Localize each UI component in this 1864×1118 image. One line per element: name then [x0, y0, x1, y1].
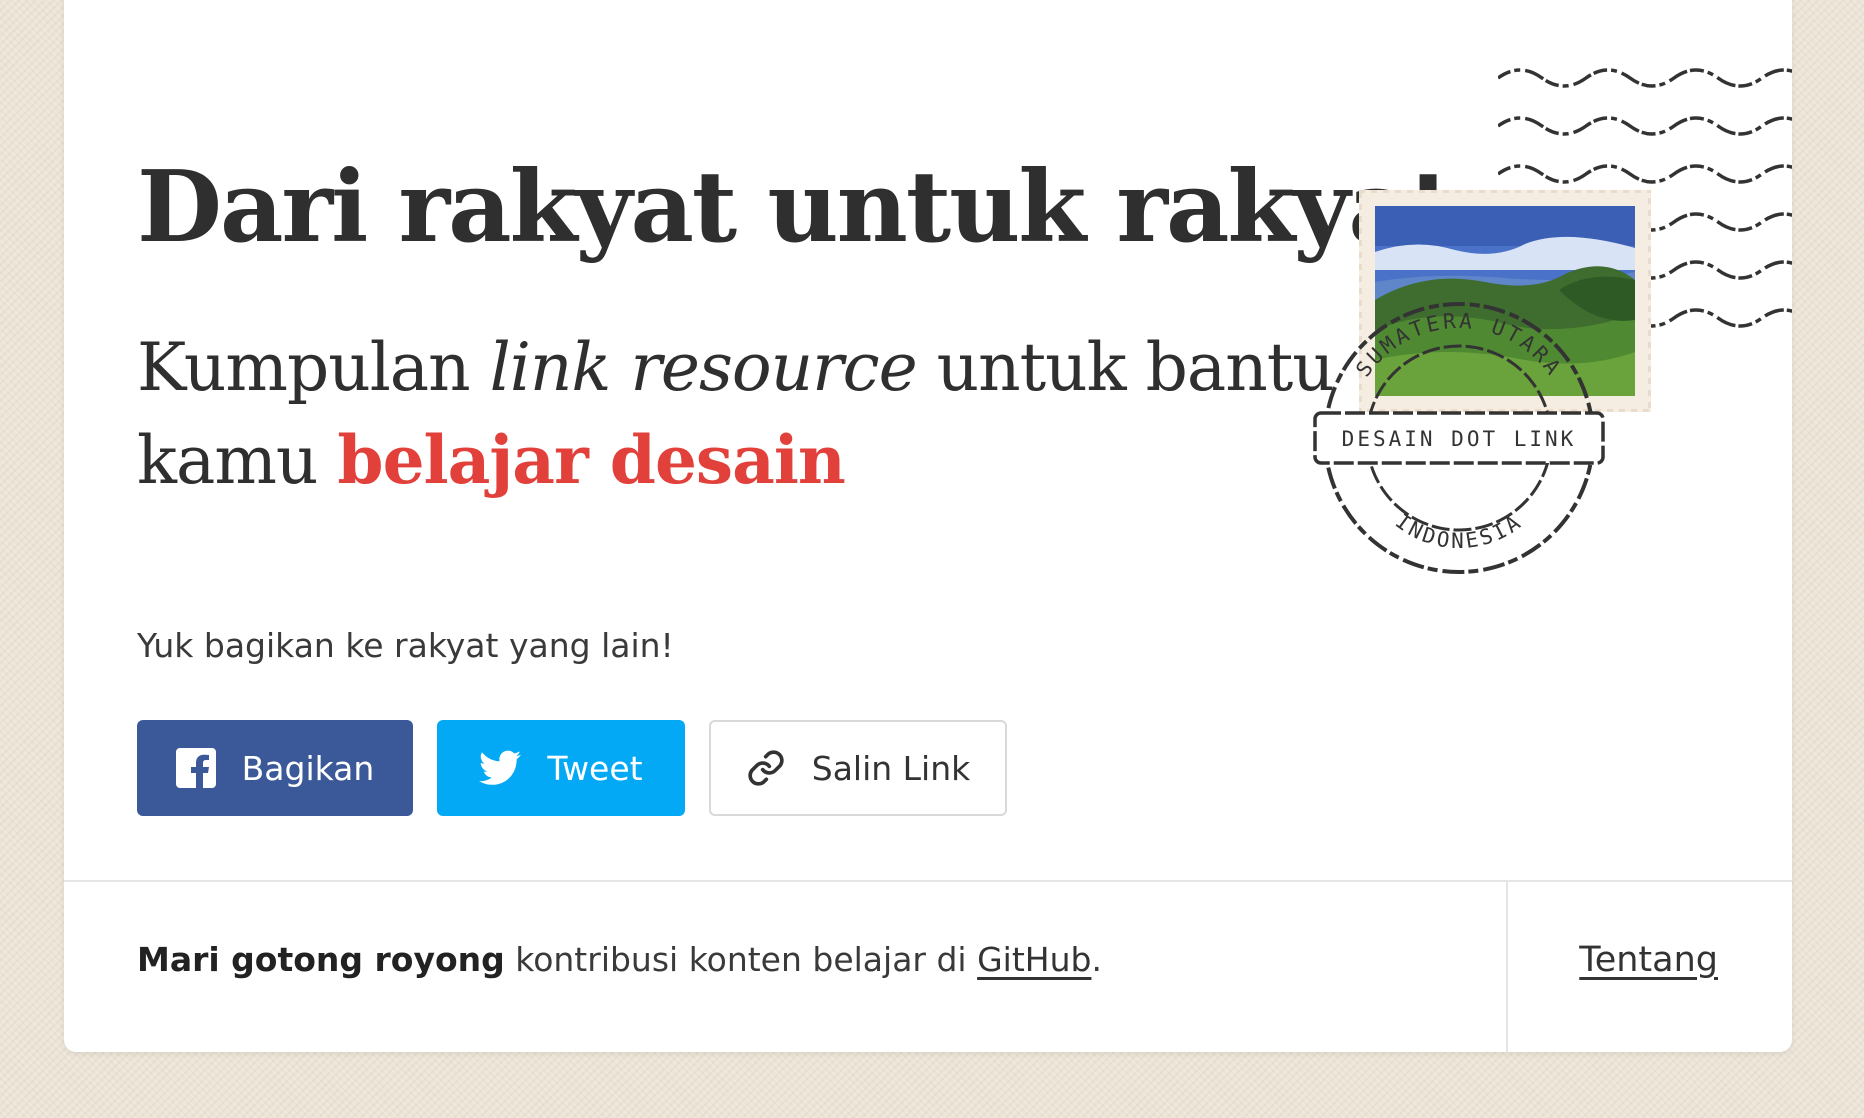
contribute-middle: kontribusi konten belajar di — [504, 940, 978, 979]
card-footer: Mari gotong royong kontribusi konten bel… — [64, 880, 1792, 1052]
facebook-share-button[interactable]: Bagikan — [137, 720, 413, 816]
subtitle-italic: link resource — [489, 329, 918, 406]
subtitle-accent: belajar desain — [337, 421, 845, 499]
twitter-share-button[interactable]: Tweet — [437, 720, 685, 816]
contribute-bold: Mari gotong royong — [137, 940, 505, 979]
contribute-end: . — [1091, 940, 1102, 979]
about-link[interactable]: Tentang — [1579, 940, 1718, 980]
svg-text:INDONESIA: INDONESIA — [1391, 509, 1527, 553]
link-icon — [746, 748, 786, 788]
copy-link-label: Salin Link — [811, 748, 971, 788]
subtitle-text-1: Kumpulan — [137, 329, 490, 406]
footer-divider — [1506, 882, 1508, 1052]
main-card: Dari rakyat untuk rakyat Kumpulan link r… — [64, 0, 1792, 1052]
facebook-icon — [175, 748, 216, 788]
page-subtitle: Kumpulan link resource untuk bantu kamu … — [137, 322, 1337, 507]
copy-link-button[interactable]: Salin Link — [709, 720, 1007, 816]
share-prompt: Yuk bagikan ke rakyat yang lain! — [137, 626, 674, 665]
contribute-text: Mari gotong royong kontribusi konten bel… — [137, 940, 1102, 979]
github-link[interactable]: GitHub — [977, 940, 1091, 979]
twitter-icon — [479, 750, 522, 786]
seal-bottom-text: INDONESIA — [1391, 509, 1524, 553]
postmark-seal: SUMATERA UTARA DESAIN DOT LINK INDONESIA — [1313, 302, 1605, 574]
facebook-share-label: Bagikan — [241, 748, 375, 788]
page-title: Dari rakyat untuk rakyat — [137, 150, 1455, 265]
share-buttons: Bagikan Tweet Salin Link — [137, 720, 1007, 816]
twitter-share-label: Tweet — [547, 748, 643, 788]
seal-band-text: DESAIN DOT LINK — [1342, 427, 1577, 451]
